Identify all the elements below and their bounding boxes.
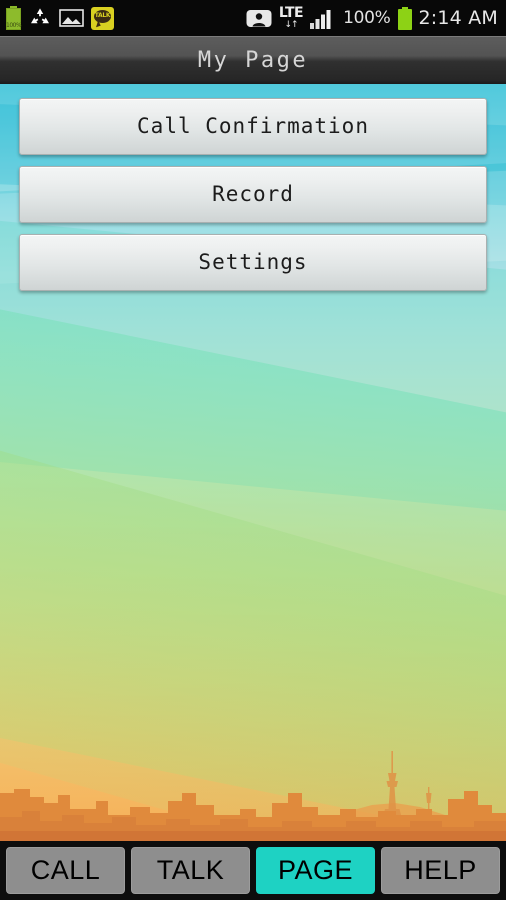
contact-icon	[246, 9, 272, 27]
status-bar: 100% TALK LTE ↓↑ 100% 2:14 AM	[0, 0, 506, 36]
network-arrows-label: ↓↑	[284, 20, 298, 30]
clock-label: 2:14 AM	[418, 7, 498, 29]
tab-page[interactable]: PAGE	[256, 847, 375, 894]
city-skyline-graphic	[0, 751, 506, 841]
status-bar-system: LTE ↓↑ 100% 2:14 AM	[246, 0, 498, 36]
battery-saver-label: 100%	[6, 22, 22, 29]
kakaotalk-label: TALK	[94, 12, 111, 19]
battery-saver-icon: 100%	[6, 6, 22, 30]
network-type-label: LTE	[278, 5, 304, 21]
tab-help[interactable]: HELP	[381, 847, 500, 894]
battery-full-icon	[397, 6, 412, 30]
signal-bars-icon	[310, 10, 331, 29]
page-title: My Page	[197, 48, 309, 73]
phone-screen: 100% TALK LTE ↓↑ 100% 2:14 AM My Page Ca…	[0, 0, 506, 900]
record-button[interactable]: Record	[19, 166, 487, 223]
tab-talk[interactable]: TALK	[131, 847, 250, 894]
settings-button[interactable]: Settings	[19, 234, 487, 291]
status-bar-notifications: 100% TALK	[6, 0, 114, 36]
gallery-image-icon	[59, 9, 84, 27]
network-type-indicator: LTE ↓↑	[278, 5, 304, 30]
menu-button-list: Call Confirmation Record Settings	[19, 98, 487, 302]
bottom-tab-bar: CALL TALK PAGE HELP	[0, 841, 506, 900]
call-confirmation-button[interactable]: Call Confirmation	[19, 98, 487, 155]
recycle-icon	[31, 8, 49, 24]
title-bar: My Page	[0, 36, 506, 84]
battery-percent-label: 100%	[343, 8, 391, 28]
kakaotalk-icon: TALK	[91, 6, 114, 30]
tab-call[interactable]: CALL	[6, 847, 125, 894]
